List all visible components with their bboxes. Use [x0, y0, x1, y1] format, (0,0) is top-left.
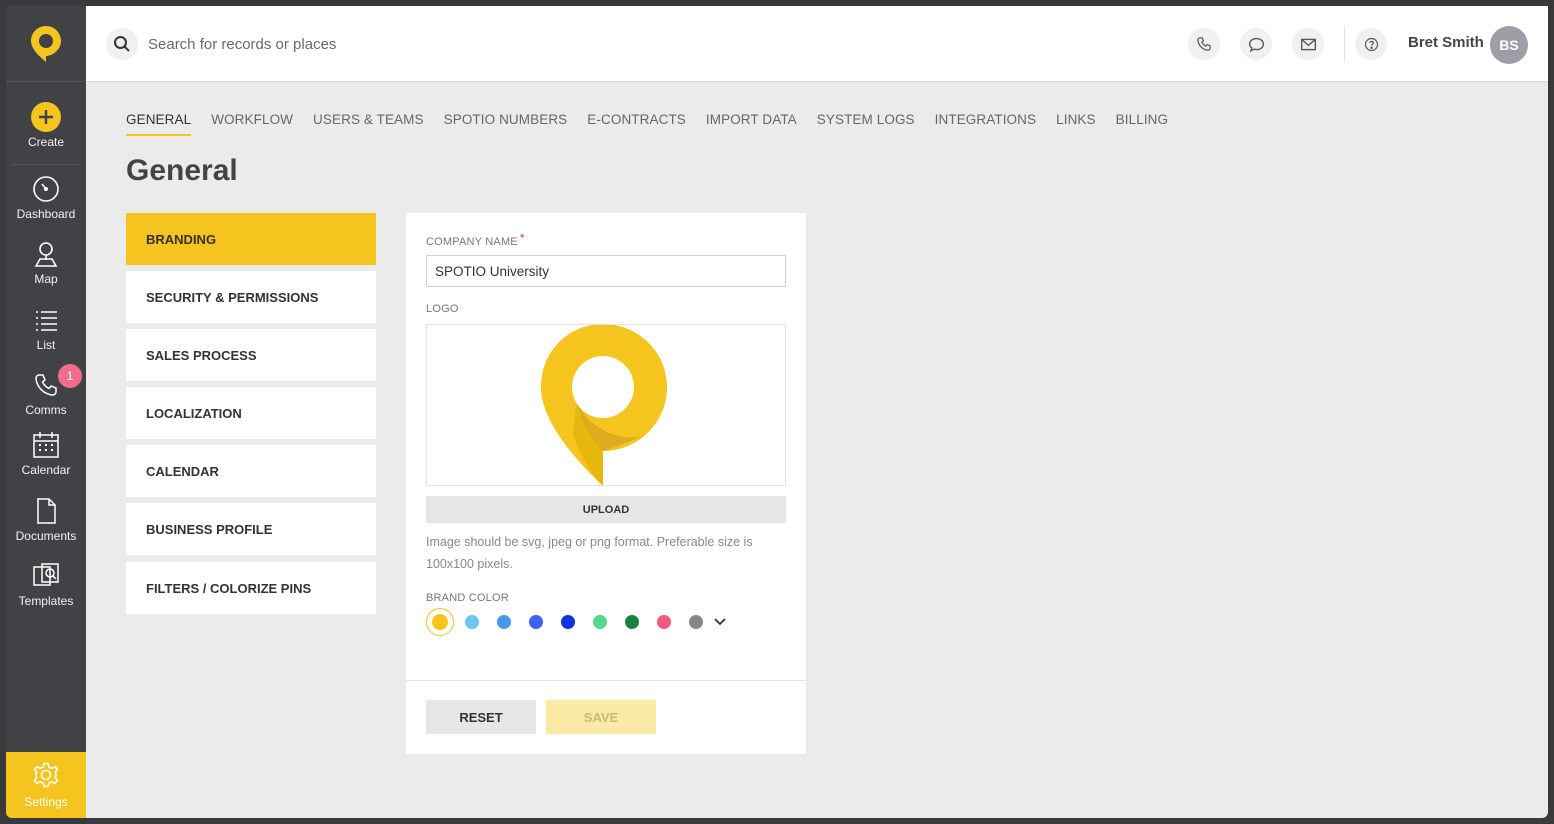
page-title: General	[126, 154, 238, 187]
avatar[interactable]: BS	[1490, 26, 1528, 64]
calendar-icon	[31, 430, 61, 460]
settings-label: Settings	[24, 795, 68, 809]
plus-circle-icon	[31, 102, 61, 132]
logo-label: LOGO	[426, 303, 459, 315]
sidebar-item-comms[interactable]: 1 Comms	[6, 364, 86, 432]
sidebar-item-label: List	[36, 338, 56, 352]
sidebar-item-label: Calendar	[21, 463, 71, 477]
more-colors-button[interactable]	[713, 617, 727, 627]
brand-color-picker	[426, 608, 727, 636]
settings-item-filters-colorize-pins[interactable]: FILTERS / COLORIZE PINS	[126, 562, 376, 614]
tab-system-logs[interactable]: SYSTEM LOGS	[817, 112, 915, 136]
sidebar-divider	[12, 164, 80, 165]
company-logo-image	[541, 325, 667, 485]
color-swatch-selected[interactable]	[426, 608, 454, 636]
sidebar-item-create[interactable]: Create	[6, 102, 86, 164]
search-button[interactable]	[106, 28, 138, 60]
save-button[interactable]: SAVE	[546, 700, 656, 734]
color-swatch[interactable]	[593, 615, 607, 629]
tab-general[interactable]: GENERAL	[126, 112, 192, 136]
color-swatch[interactable]	[465, 615, 479, 629]
map-person-icon	[31, 239, 61, 269]
tab-import-data[interactable]: IMPORT DATA	[706, 112, 797, 136]
logo-preview	[426, 324, 786, 486]
tab-billing[interactable]: BILLING	[1116, 112, 1168, 136]
sidebar-item-label: Create	[27, 135, 65, 149]
color-swatch[interactable]	[657, 615, 671, 629]
sidebar-item-label: Comms	[25, 403, 67, 417]
color-swatch[interactable]	[497, 615, 511, 629]
top-header: Bret Smith BS	[86, 6, 1548, 82]
sidebar-item-documents[interactable]: Documents	[6, 496, 86, 558]
company-name-label: COMPANY NAME *	[426, 231, 525, 248]
color-swatch[interactable]	[689, 615, 703, 629]
chat-button[interactable]	[1240, 28, 1272, 60]
help-button[interactable]	[1355, 28, 1387, 60]
sidebar-item-templates[interactable]: Templates	[6, 561, 86, 623]
mail-button[interactable]	[1292, 28, 1324, 60]
company-name-input[interactable]	[426, 255, 786, 287]
sidebar-item-label: Map	[34, 272, 58, 286]
spotio-logo-icon	[31, 25, 61, 62]
settings-item-security-permissions[interactable]: SECURITY & PERMISSIONS	[126, 271, 376, 323]
upload-button[interactable]: UPLOAD	[426, 496, 786, 523]
sidebar-item-list[interactable]: List	[6, 305, 86, 367]
phone-icon	[1197, 37, 1211, 51]
tab-e-contracts[interactable]: E-CONTRACTS	[587, 112, 686, 136]
settings-item-localization[interactable]: LOCALIZATION	[126, 387, 376, 439]
tab-users-teams[interactable]: USERS & TEAMS	[313, 112, 424, 136]
user-name[interactable]: Bret Smith	[1408, 34, 1484, 51]
upload-hint: Image should be svg, jpeg or png format.…	[426, 535, 753, 571]
settings-item-sales-process[interactable]: SALES PROCESS	[126, 329, 376, 381]
brand-color-label: BRAND COLOR	[426, 592, 509, 604]
search-icon	[114, 36, 130, 52]
chevron-down-icon	[714, 618, 726, 626]
card-divider	[406, 680, 806, 681]
app-window: Create Dashboard Map List 1 Comms Calend…	[6, 6, 1548, 818]
reset-button[interactable]: RESET	[426, 700, 536, 734]
search-input[interactable]	[148, 32, 648, 56]
tab-links[interactable]: LINKS	[1056, 112, 1096, 136]
gauge-icon	[31, 174, 61, 204]
sidebar-item-label: Dashboard	[16, 207, 76, 221]
gear-icon	[32, 761, 60, 792]
settings-item-business-profile[interactable]: BUSINESS PROFILE	[126, 503, 376, 555]
list-icon	[31, 305, 61, 335]
tab-workflow[interactable]: WORKFLOW	[211, 112, 293, 136]
chat-bubble-icon	[1248, 37, 1264, 52]
mail-icon	[1300, 38, 1316, 50]
call-button[interactable]	[1188, 28, 1220, 60]
branding-card: COMPANY NAME* LOGO UPLOAD Image should b…	[406, 213, 806, 754]
sidebar-item-calendar[interactable]: Calendar	[6, 430, 86, 492]
sidebar: Create Dashboard Map List 1 Comms Calend…	[6, 6, 86, 818]
settings-item-calendar[interactable]: CALENDAR	[126, 445, 376, 497]
settings-tabs: GENERAL WORKFLOW USERS & TEAMS SPOTIO NU…	[126, 112, 1188, 136]
sidebar-item-dashboard[interactable]: Dashboard	[6, 174, 86, 236]
sidebar-item-label: Templates	[18, 594, 74, 608]
help-icon	[1364, 37, 1378, 51]
spotio-logo[interactable]	[6, 6, 86, 82]
templates-icon	[31, 561, 61, 591]
sidebar-item-map[interactable]: Map	[6, 239, 86, 301]
header-separator	[1344, 26, 1345, 62]
document-icon	[31, 496, 61, 526]
settings-item-branding[interactable]: BRANDING	[126, 213, 376, 265]
sidebar-item-label: Documents	[15, 529, 77, 543]
sidebar-item-settings[interactable]: Settings	[6, 752, 86, 818]
tab-spotio-numbers[interactable]: SPOTIO NUMBERS	[444, 112, 568, 136]
required-mark: *	[519, 231, 525, 245]
phone-icon	[31, 370, 61, 400]
color-swatch[interactable]	[625, 615, 639, 629]
color-swatch[interactable]	[529, 615, 543, 629]
tab-integrations[interactable]: INTEGRATIONS	[935, 112, 1036, 136]
color-swatch[interactable]	[561, 615, 575, 629]
comms-badge: 1	[58, 364, 82, 388]
